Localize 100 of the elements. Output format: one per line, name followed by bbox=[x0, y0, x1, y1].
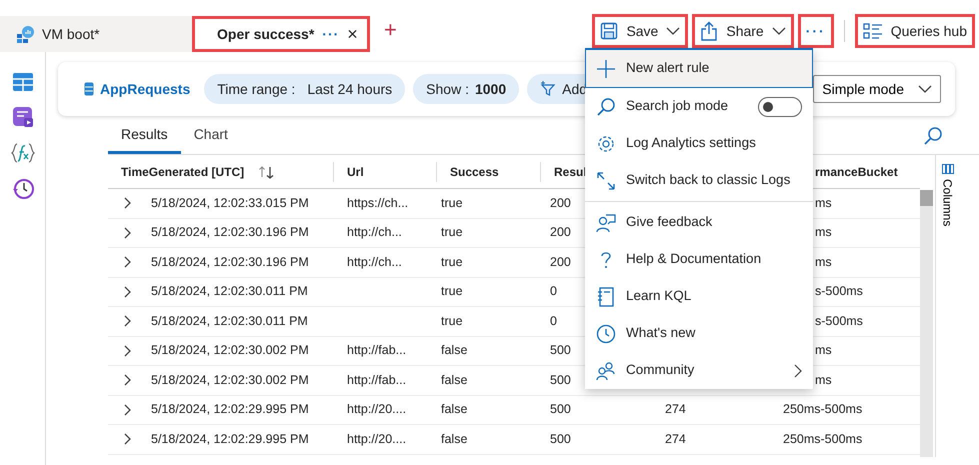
filter-icon bbox=[540, 81, 556, 97]
menu-item[interactable]: Help & Documentation bbox=[585, 241, 813, 278]
document-tab[interactable]: VM boot* bbox=[0, 16, 192, 52]
table-selector[interactable]: AppRequests bbox=[78, 78, 196, 100]
table-cell: 274 bbox=[665, 432, 686, 446]
table-cell-text: 5/18/2024, 12:02:30.011 PM bbox=[151, 283, 308, 300]
table-cell: http://fab... bbox=[347, 343, 406, 358]
save-icon bbox=[600, 22, 618, 40]
table-cell: http://fab... bbox=[347, 372, 406, 387]
table-icon bbox=[12, 72, 34, 92]
expand-chevron-icon bbox=[124, 433, 132, 446]
table-cell: s-500ms bbox=[815, 314, 863, 328]
menu-item[interactable]: Community bbox=[585, 352, 813, 389]
table-cell: 0 bbox=[550, 284, 557, 298]
time-range-pill[interactable]: Time range : Last 24 hours bbox=[204, 74, 406, 104]
table-cell: ms bbox=[815, 254, 832, 269]
plus-icon bbox=[596, 58, 616, 78]
table-cell: 500 bbox=[550, 432, 571, 446]
table-cell: 500 bbox=[550, 343, 571, 358]
result-tab[interactable]: Results bbox=[108, 124, 181, 154]
table-cell: 0 bbox=[550, 314, 557, 328]
table-cell-text: 5/18/2024, 12:02:30.002 PM bbox=[151, 342, 309, 360]
database-icon bbox=[84, 82, 94, 96]
table-cell: 200 bbox=[550, 225, 571, 240]
share-button[interactable]: Share bbox=[692, 14, 794, 48]
table-cell: http://20.... bbox=[347, 432, 406, 446]
columns-icon bbox=[942, 163, 954, 175]
table-cell-text: 5/18/2024, 12:02:29.995 PM bbox=[151, 401, 309, 418]
new-tab-button[interactable]: + bbox=[370, 13, 411, 46]
table-cell: https://ch... bbox=[347, 196, 408, 210]
table-cell: 200 bbox=[550, 196, 571, 210]
table-cell: http://ch... bbox=[347, 225, 402, 240]
arrows-icon bbox=[596, 170, 616, 190]
table-cell: false bbox=[441, 402, 468, 416]
table-cell: 200 bbox=[550, 254, 571, 269]
table-cell: false bbox=[441, 432, 468, 446]
search-icon bbox=[923, 126, 943, 146]
chevron-right-icon bbox=[794, 364, 802, 378]
table-cell: ms bbox=[815, 372, 832, 387]
save-button[interactable]: Save bbox=[592, 14, 688, 48]
table-cell-text: 5/18/2024, 12:02:30.011 PM bbox=[151, 312, 308, 330]
table-cell-text: 5/18/2024, 12:02:30.002 PM bbox=[151, 372, 309, 389]
table-cell-text: 5/18/2024, 12:02:33.015 PM bbox=[151, 194, 309, 212]
menu-item[interactable]: What's new bbox=[585, 315, 813, 352]
menu-item[interactable]: Give feedback bbox=[585, 204, 813, 241]
show-pill[interactable]: Show : 1000 bbox=[413, 74, 520, 104]
expand-chevron-icon bbox=[124, 344, 132, 357]
document-tab[interactable]: Oper success* ··· × bbox=[192, 16, 370, 52]
menu-item[interactable]: Search job mode bbox=[585, 88, 813, 125]
table-cell: http://ch... bbox=[347, 254, 402, 269]
menu-item[interactable]: Switch back to classic Logs bbox=[585, 162, 813, 199]
table-cell: ms bbox=[815, 196, 832, 210]
table-cell: s-500ms bbox=[815, 284, 863, 298]
columns-panel-toggle[interactable]: Columns bbox=[938, 163, 956, 226]
table-cell: true bbox=[441, 225, 463, 240]
table-cell-text: 5/18/2024, 12:02:29.995 PM bbox=[151, 430, 309, 448]
table-cell: 250ms-500ms bbox=[783, 432, 862, 446]
share-icon bbox=[700, 21, 718, 41]
column-header[interactable]: Url bbox=[347, 162, 364, 180]
queries-hub-button[interactable]: Queries hub bbox=[854, 14, 975, 48]
table-cell: ms bbox=[815, 225, 832, 240]
query-file-icon bbox=[12, 106, 34, 128]
table-cell: 250ms-500ms bbox=[783, 402, 862, 416]
table-cell-text: 5/18/2024, 12:02:30.196 PM bbox=[151, 254, 309, 271]
clock-icon bbox=[596, 324, 616, 344]
expand-chevron-icon bbox=[124, 404, 132, 416]
chevron-down-icon bbox=[918, 85, 932, 93]
toggle-switch[interactable] bbox=[758, 96, 802, 116]
menu-item[interactable]: New alert rule bbox=[585, 49, 813, 88]
notebook-icon bbox=[596, 286, 616, 306]
more-options-icon[interactable]: ··· bbox=[322, 24, 340, 44]
column-header[interactable]: TimeGenerated [UTC] bbox=[121, 162, 244, 180]
table-cell: ms bbox=[815, 343, 832, 358]
table-cell: false bbox=[441, 372, 468, 387]
table-cell: true bbox=[441, 196, 463, 210]
menu-item[interactable]: Log Analytics settings bbox=[585, 125, 813, 162]
close-icon[interactable]: × bbox=[347, 25, 358, 43]
expand-chevron-icon bbox=[124, 374, 132, 386]
table-cell: 274 bbox=[665, 402, 686, 416]
table-cell-text: 5/18/2024, 12:02:30.196 PM bbox=[151, 224, 309, 242]
mode-dropdown[interactable]: Simple mode bbox=[813, 75, 941, 103]
queries-list-icon bbox=[862, 23, 883, 39]
history-icon bbox=[12, 178, 34, 200]
column-header[interactable]: Success bbox=[450, 162, 499, 180]
more-button[interactable]: ··· bbox=[798, 14, 834, 48]
expand-chevron-icon bbox=[124, 226, 132, 239]
scrollbar[interactable] bbox=[920, 190, 933, 457]
table-cell: true bbox=[441, 284, 463, 298]
expand-chevron-icon bbox=[124, 256, 132, 268]
table-cell: true bbox=[441, 314, 463, 328]
expand-chevron-icon bbox=[124, 286, 132, 298]
result-tab[interactable]: Chart bbox=[180, 124, 241, 154]
menu-item[interactable]: Learn KQL bbox=[585, 278, 813, 315]
people-icon bbox=[596, 360, 616, 380]
function-icon bbox=[10, 142, 34, 164]
expand-chevron-icon bbox=[124, 315, 132, 328]
table-cell: false bbox=[441, 343, 468, 358]
feedback-icon bbox=[596, 212, 616, 232]
column-header[interactable]: rmanceBucket bbox=[815, 162, 898, 180]
app-icon bbox=[16, 25, 34, 43]
